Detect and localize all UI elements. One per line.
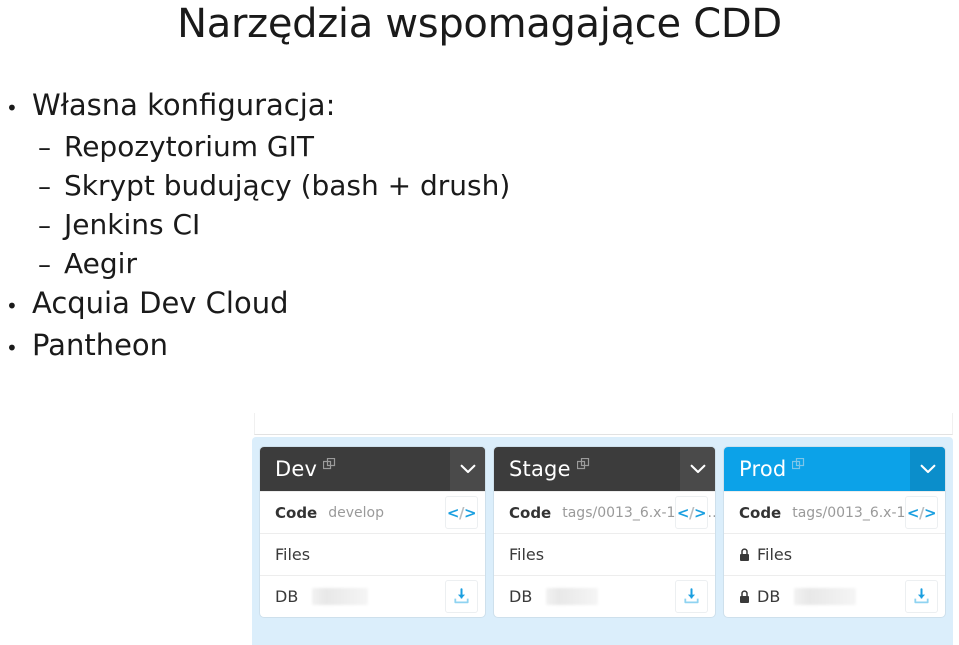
list-item-label: Jenkins CI bbox=[64, 208, 201, 241]
environment-row-db: DB bbox=[260, 575, 485, 617]
bullet-marker: – bbox=[38, 172, 51, 202]
code-glyph: </> bbox=[446, 503, 477, 522]
pantheon-dashboard-screenshot: Dev Code develop </> Files DB Stage Code… bbox=[252, 413, 953, 645]
bullet-marker: – bbox=[38, 211, 51, 241]
list-item: • Pantheon bbox=[0, 326, 700, 368]
row-label: Files bbox=[757, 545, 793, 564]
bullet-marker: – bbox=[38, 250, 51, 280]
bullet-list: • Własna konfiguracja: – Repozytorium GI… bbox=[0, 86, 700, 368]
list-item: – Aegir bbox=[0, 245, 700, 284]
external-link-icon[interactable] bbox=[792, 456, 805, 475]
chevron-down-icon[interactable] bbox=[450, 447, 485, 491]
row-value: develop bbox=[328, 504, 384, 521]
bullet-marker: • bbox=[6, 336, 18, 360]
list-item: – Skrypt budujący (bash + drush) bbox=[0, 167, 700, 206]
environment-row-db: DB bbox=[724, 575, 945, 617]
dashboard-top-strip bbox=[254, 413, 953, 435]
environment-row-code: Code tags/0013_6.x-1.0-b… </> bbox=[494, 491, 715, 533]
redacted-value bbox=[312, 588, 369, 605]
list-item: – Jenkins CI bbox=[0, 206, 700, 245]
lock-icon bbox=[739, 547, 750, 566]
list-item: – Repozytorium GIT bbox=[0, 128, 700, 167]
environment-name-dev: Dev bbox=[275, 457, 318, 481]
lock-icon bbox=[739, 589, 750, 608]
environment-header-stage[interactable]: Stage bbox=[494, 447, 715, 491]
bullet-marker: • bbox=[6, 96, 18, 120]
environment-header-dev[interactable]: Dev bbox=[260, 447, 485, 491]
code-brackets-icon[interactable]: </> bbox=[905, 496, 938, 529]
environment-row-files: Files bbox=[260, 533, 485, 575]
list-item-label: Skrypt budujący (bash + drush) bbox=[64, 169, 511, 202]
environment-card-stage[interactable]: Stage Code tags/0013_6.x-1.0-b… </> File… bbox=[494, 447, 715, 617]
external-link-icon[interactable] bbox=[576, 456, 590, 475]
environment-card-row: Dev Code develop </> Files DB Stage Code… bbox=[260, 447, 945, 617]
row-label: Files bbox=[509, 545, 545, 564]
list-item: • Własna konfiguracja: bbox=[0, 86, 700, 128]
environments-panel: Dev Code develop </> Files DB Stage Code… bbox=[252, 437, 953, 645]
external-link-icon[interactable] bbox=[323, 456, 336, 475]
chevron-down-icon[interactable] bbox=[910, 447, 945, 491]
download-icon[interactable] bbox=[905, 580, 938, 613]
row-label: DB bbox=[509, 587, 533, 606]
code-glyph: </> bbox=[676, 503, 707, 522]
list-item-label: Własna konfiguracja: bbox=[32, 88, 336, 122]
download-icon[interactable] bbox=[675, 580, 708, 613]
redacted-value bbox=[794, 588, 857, 605]
environment-card-prod[interactable]: Prod Code tags/0013_6.x-1.0-… </> Files … bbox=[724, 447, 945, 617]
environment-row-files: Files bbox=[724, 533, 945, 575]
download-icon[interactable] bbox=[445, 580, 478, 613]
list-item: • Acquia Dev Cloud bbox=[0, 284, 700, 326]
row-label: DB bbox=[275, 587, 299, 606]
list-item-label: Repozytorium GIT bbox=[64, 130, 314, 163]
environment-name-stage: Stage bbox=[509, 457, 571, 481]
environment-card-dev[interactable]: Dev Code develop </> Files DB bbox=[260, 447, 485, 617]
row-label: Code bbox=[739, 503, 782, 522]
environment-row-db: DB bbox=[494, 575, 715, 617]
row-label: Code bbox=[509, 503, 552, 522]
bullet-marker: – bbox=[38, 133, 51, 163]
environment-row-code: Code develop </> bbox=[260, 491, 485, 533]
code-brackets-icon[interactable]: </> bbox=[675, 496, 708, 529]
row-label: Code bbox=[275, 503, 318, 522]
row-label: Files bbox=[275, 545, 311, 564]
redacted-value bbox=[546, 588, 599, 605]
list-item-label: Aegir bbox=[64, 247, 137, 280]
code-glyph: </> bbox=[906, 503, 937, 522]
environment-row-code: Code tags/0013_6.x-1.0-… </> bbox=[724, 491, 945, 533]
row-label: DB bbox=[757, 587, 781, 606]
code-brackets-icon[interactable]: </> bbox=[445, 496, 478, 529]
bullet-marker: • bbox=[6, 294, 18, 318]
environment-row-files: Files bbox=[494, 533, 715, 575]
environment-header-prod[interactable]: Prod bbox=[724, 447, 945, 491]
list-item-label: Pantheon bbox=[32, 328, 169, 362]
list-item-label: Acquia Dev Cloud bbox=[32, 286, 289, 320]
page-title: Narzędzia wspomagające CDD bbox=[177, 1, 782, 47]
chevron-down-icon[interactable] bbox=[680, 447, 715, 491]
environment-name-prod: Prod bbox=[739, 457, 787, 481]
